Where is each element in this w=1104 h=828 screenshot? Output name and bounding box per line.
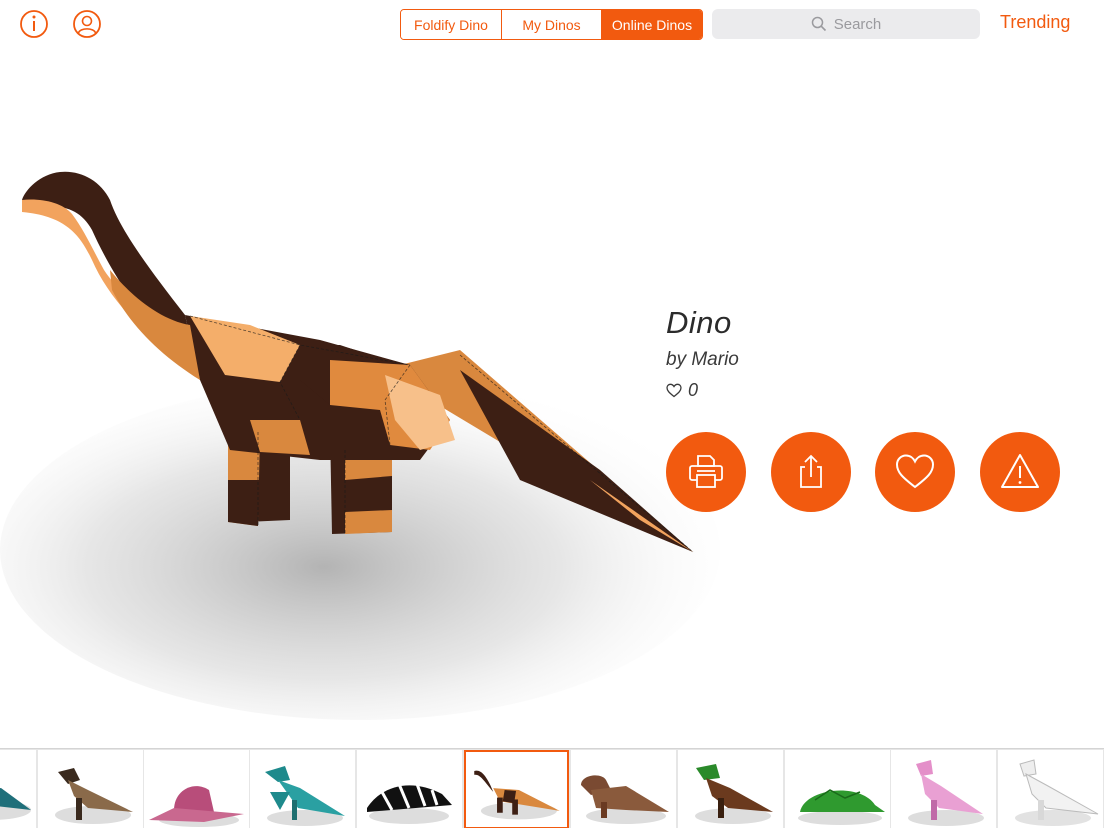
tab-foldify-dino[interactable]: Foldify Dino (401, 10, 501, 39)
dino-thumbnail[interactable] (144, 750, 249, 828)
dino-thumbnail[interactable] (357, 750, 462, 828)
dino-thumbnail-image (581, 775, 669, 824)
dino-title: Dino (666, 305, 732, 340)
like-count: 0 (666, 380, 698, 401)
dino-model-illustration (0, 171, 720, 720)
share-button[interactable] (771, 432, 851, 512)
info-icon[interactable] (19, 9, 49, 39)
report-button[interactable] (980, 432, 1060, 512)
dino-thumbnail-selected[interactable] (464, 750, 569, 828)
magnifier-icon (811, 16, 826, 32)
dino-thumbnail-image (55, 768, 133, 824)
dino-thumbnail-image (265, 766, 345, 826)
dino-thumbnail-image (1015, 759, 1099, 826)
dino-thumbnail[interactable] (785, 750, 890, 828)
search-input[interactable]: Search (712, 9, 980, 39)
dino-thumbnail[interactable] (678, 750, 783, 828)
search-placeholder: Search (833, 15, 882, 33)
source-segmented-control: Foldify Dino My Dinos Online Dinos (400, 9, 703, 40)
dino-thumbnail[interactable] (38, 750, 143, 828)
dino-thumbnail[interactable] (998, 750, 1103, 828)
dino-author: by Mario (666, 349, 739, 370)
print-button[interactable] (666, 432, 746, 512)
dino-3d-view[interactable] (0, 120, 780, 730)
dino-thumbnail[interactable] (250, 750, 355, 828)
heart-icon (895, 454, 935, 489)
dino-thumbnail-strip[interactable] (0, 748, 1104, 828)
tab-online-dinos[interactable]: Online Dinos (601, 10, 702, 39)
printer-icon (689, 455, 723, 488)
share-icon (800, 454, 822, 488)
heart-outline-icon (666, 383, 682, 398)
trending-button[interactable]: Trending (1000, 12, 1070, 33)
like-count-value: 0 (688, 380, 699, 400)
dino-thumbnail-image (367, 783, 452, 824)
dino-thumbnail-image (695, 764, 773, 824)
tab-my-dinos[interactable]: My Dinos (501, 10, 601, 39)
dino-thumbnail-image (908, 760, 984, 826)
dino-thumbnail-image (798, 789, 885, 825)
warning-icon (1001, 454, 1039, 488)
dino-thumbnail-image (149, 786, 244, 827)
dino-thumbnail-image (474, 770, 560, 820)
app-screen: Foldify Dino My Dinos Online Dinos Searc… (0, 0, 1104, 828)
user-profile-icon[interactable] (72, 9, 102, 39)
dino-thumbnail-image (0, 788, 31, 820)
like-button[interactable] (875, 432, 955, 512)
dino-thumbnail[interactable] (0, 750, 36, 828)
dino-thumbnail[interactable] (571, 750, 676, 828)
dino-thumbnail[interactable] (891, 750, 996, 828)
